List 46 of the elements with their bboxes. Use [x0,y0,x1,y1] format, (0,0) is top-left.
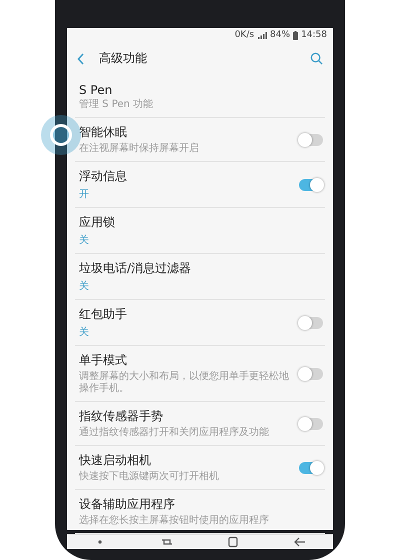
setting-description: 在注视屏幕时保持屏幕开启 [79,143,200,155]
setting-description: 管理 S Pen 功能 [79,99,154,111]
toggle-switch[interactable] [299,462,323,474]
search-icon[interactable] [310,52,323,65]
settings-item[interactable]: S Pen 管理 S Pen 功能 [75,77,325,118]
page-title: 高级功能 [99,50,148,67]
battery-icon [293,30,298,40]
settings-item[interactable]: 单手模式 调整屏幕的大小和布局，以便您用单手更轻松地操作手机。 [75,346,325,402]
setting-title: S Pen [79,83,114,97]
setting-title: 智能休眠 [79,124,128,141]
setting-title: 应用锁 [79,214,116,231]
settings-item[interactable]: 垃圾电话/消息过滤器 关 [75,254,325,300]
settings-item[interactable]: 快速启动相机 快速按下电源键两次可打开相机 [75,446,325,490]
setting-title: 设备辅助应用程序 [79,496,176,513]
settings-item[interactable]: 智能休眠 在注视屏幕时保持屏幕开启 [75,118,325,162]
signal-icon [257,31,268,39]
setting-title: 快速启动相机 [79,452,152,469]
setting-description: 调整屏幕的大小和布局，以便您用单手更轻松地操作手机。 [79,371,289,395]
settings-item[interactable]: 红包助手 关 [75,300,325,346]
toggle-switch[interactable] [299,418,323,430]
home-icon[interactable] [226,535,240,549]
setting-title: 红包助手 [79,306,128,323]
settings-item[interactable]: 浮动信息 开 [75,162,325,208]
setting-title: 单手模式 [79,352,128,369]
status-time: 14:58 [301,30,327,40]
toggle-switch[interactable] [299,368,323,380]
toggle-switch[interactable] [299,316,323,328]
setting-description: 快速按下电源键两次可打开相机 [79,471,220,483]
touch-indicator [41,115,81,155]
battery-percent: 84% [270,30,290,40]
setting-status: 关 [79,234,90,247]
back-icon[interactable] [77,52,85,64]
setting-title: 垃圾电话/消息过滤器 [79,260,192,277]
settings-item[interactable]: 指纹传感器手势 通过指纹传感器打开和关闭应用程序及功能 [75,402,325,446]
toggle-switch[interactable] [299,134,323,146]
setting-description: 选择在您长按主屏幕按钮时使用的应用程序 [79,515,270,527]
setting-status: 开 [79,188,90,201]
setting-title: 指纹传感器手势 [79,408,164,425]
setting-title: 浮动信息 [79,168,128,185]
setting-description: 通过指纹传感器打开和关闭应用程序及功能 [79,427,270,439]
settings-item[interactable]: 应用锁 关 [75,208,325,254]
setting-status: 关 [79,326,90,339]
toggle-switch[interactable] [299,178,323,190]
setting-status: 关 [79,280,90,293]
back-arrow-icon[interactable] [292,535,307,549]
network-speed: 0K/s [234,30,254,40]
